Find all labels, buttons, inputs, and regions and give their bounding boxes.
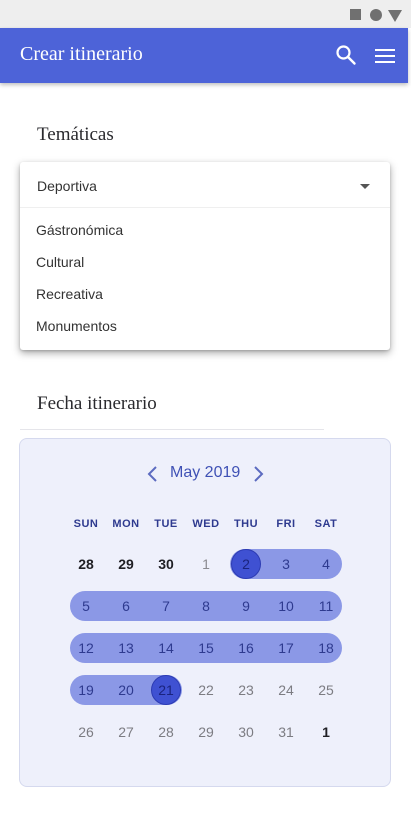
calendar-day[interactable]: 29 xyxy=(186,717,226,747)
calendar-day[interactable]: 1 xyxy=(186,549,226,579)
dropdown-option[interactable]: Gástronómica xyxy=(20,214,390,246)
option-label: Cultural xyxy=(36,254,85,270)
calendar-day[interactable]: 28 xyxy=(146,717,186,747)
calendar-header: May 2019 xyxy=(20,463,392,487)
calendar-day-range-start[interactable]: 2 xyxy=(226,549,266,579)
date-range-calendar: May 2019 SUN MON TUE WED THU FRI SAT 28 … xyxy=(19,438,391,787)
month-label: May 2019 xyxy=(170,464,241,481)
search-icon[interactable] xyxy=(335,44,357,66)
calendar-day[interactable]: 15 xyxy=(186,633,226,663)
recent-apps-icon xyxy=(350,9,361,20)
calendar-day[interactable]: 3 xyxy=(266,549,306,579)
calendar-day[interactable]: 23 xyxy=(226,675,266,705)
calendar-day[interactable]: 11 xyxy=(306,591,346,621)
weekday-label: SAT xyxy=(314,518,338,530)
calendar-day[interactable]: 9 xyxy=(226,591,266,621)
weekday-label: TUE xyxy=(154,518,178,530)
calendar-day[interactable]: 26 xyxy=(66,717,106,747)
calendar-day[interactable]: 5 xyxy=(66,591,106,621)
chevron-left-icon[interactable] xyxy=(146,465,160,483)
calendar-day[interactable]: 12 xyxy=(66,633,106,663)
calendar-day[interactable]: 22 xyxy=(186,675,226,705)
calendar-day[interactable]: 6 xyxy=(106,591,146,621)
home-icon xyxy=(370,9,382,21)
calendar-day-range-end[interactable]: 21 xyxy=(146,675,186,705)
calendar-day[interactable]: 30 xyxy=(226,717,266,747)
calendar-day[interactable]: 31 xyxy=(266,717,306,747)
dropdown-option[interactable]: Recreativa xyxy=(20,278,390,310)
status-bar xyxy=(0,0,411,28)
option-label: Gástronómica xyxy=(36,222,124,238)
calendar-day[interactable]: 19 xyxy=(66,675,106,705)
calendar-day[interactable]: 20 xyxy=(106,675,146,705)
weekday-label: MON xyxy=(112,518,140,530)
back-icon xyxy=(388,10,402,22)
calendar-day[interactable]: 7 xyxy=(146,591,186,621)
tematicas-dropdown[interactable]: Deportiva Gástronómica Cultural Recreati… xyxy=(20,162,390,350)
calendar-day[interactable]: 25 xyxy=(306,675,346,705)
calendar-day[interactable]: 10 xyxy=(266,591,306,621)
chevron-right-icon[interactable] xyxy=(251,465,265,483)
weekday-label: THU xyxy=(233,518,259,530)
option-label: Recreativa xyxy=(36,286,103,302)
calendar-day[interactable]: 17 xyxy=(266,633,306,663)
page-title: Crear itinerario xyxy=(20,43,143,65)
divider xyxy=(20,429,324,430)
option-label: Monumentos xyxy=(36,318,117,334)
menu-icon[interactable] xyxy=(374,46,396,66)
calendar-day[interactable]: 1 xyxy=(306,717,346,747)
caret-down-icon[interactable] xyxy=(360,184,370,189)
dropdown-option[interactable]: Cultural xyxy=(20,246,390,278)
calendar-day[interactable]: 16 xyxy=(226,633,266,663)
fecha-label: Fecha itinerario xyxy=(37,393,157,414)
dropdown-option[interactable]: Monumentos xyxy=(20,310,390,342)
calendar-day[interactable]: 4 xyxy=(306,549,346,579)
dropdown-selected-value[interactable]: Deportiva xyxy=(20,162,390,208)
calendar-day[interactable]: 24 xyxy=(266,675,306,705)
calendar-day[interactable]: 8 xyxy=(186,591,226,621)
calendar-day[interactable]: 28 xyxy=(66,549,106,579)
tematicas-label: Temáticas xyxy=(37,124,114,145)
weekday-label: SUN xyxy=(73,518,99,530)
calendar-day[interactable]: 29 xyxy=(106,549,146,579)
calendar-day[interactable]: 18 xyxy=(306,633,346,663)
weekday-label: FRI xyxy=(276,518,296,530)
weekday-label: WED xyxy=(192,518,220,530)
selected-option-label: Deportiva xyxy=(37,178,97,194)
calendar-day[interactable]: 30 xyxy=(146,549,186,579)
calendar-day[interactable]: 13 xyxy=(106,633,146,663)
app-bar: Crear itinerario xyxy=(0,28,408,83)
calendar-day[interactable]: 27 xyxy=(106,717,146,747)
calendar-day[interactable]: 14 xyxy=(146,633,186,663)
